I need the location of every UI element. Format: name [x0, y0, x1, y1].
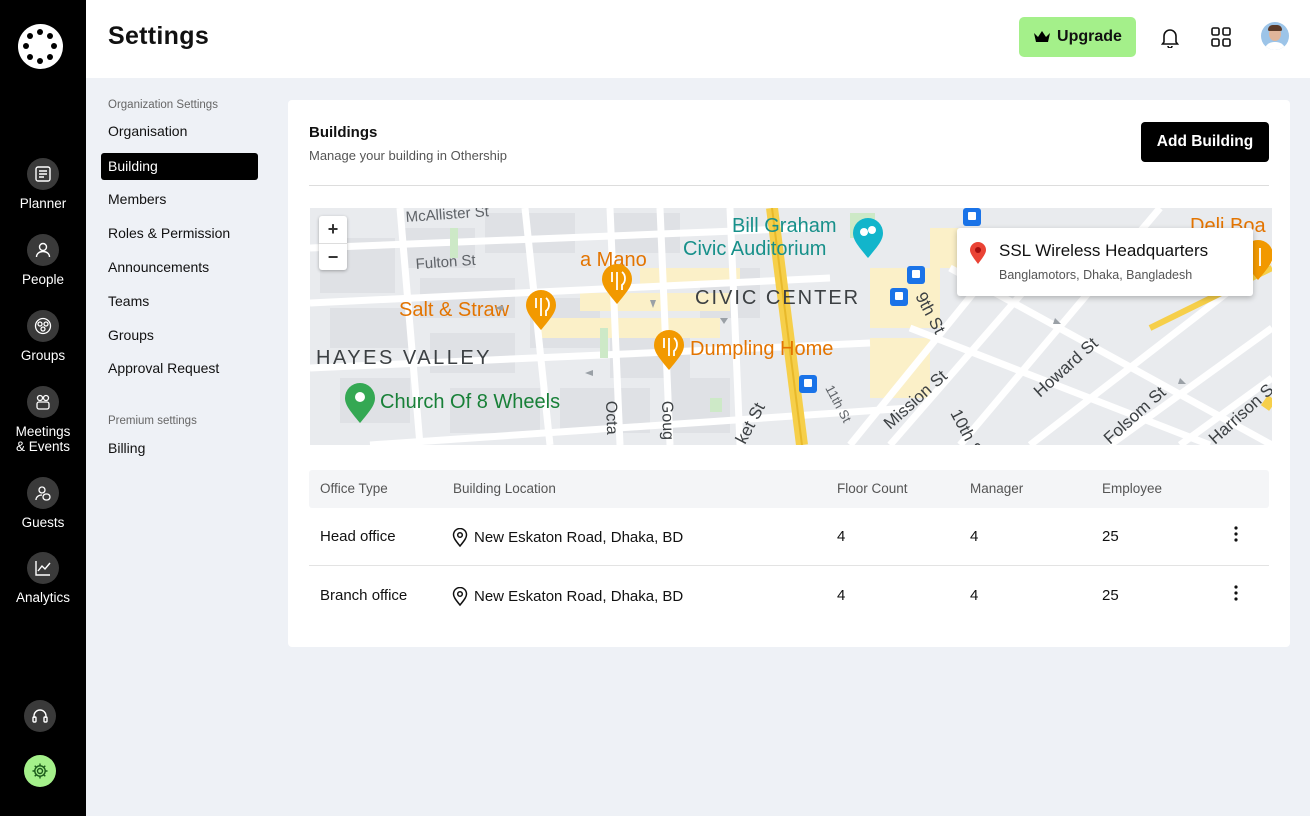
cell-floor-count: 4: [837, 528, 846, 545]
nav-people[interactable]: People: [0, 234, 86, 287]
nav-planner-label: Planner: [19, 196, 67, 211]
row-menu-icon[interactable]: [1234, 585, 1238, 601]
cell-employee: 25: [1102, 528, 1119, 545]
table-row[interactable]: Branch office New Eskaton Road, Dhaka, B…: [309, 567, 1269, 625]
bell-icon[interactable]: [1159, 26, 1181, 48]
gear-icon: [32, 763, 48, 779]
map-label-civic-center: CIVIC CENTER: [695, 287, 860, 309]
cell-office-type: Branch office: [320, 587, 408, 604]
col-floor-count: Floor Count: [837, 481, 908, 496]
buildings-title: Buildings: [309, 124, 378, 141]
user-avatar[interactable]: [1261, 22, 1289, 50]
person-icon: [27, 234, 59, 266]
zoom-in-button[interactable]: +: [319, 216, 347, 243]
meetings-icon: [27, 386, 59, 418]
table-row[interactable]: Head office New Eskaton Road, Dhaka, BD …: [309, 508, 1269, 566]
location-icon: [452, 528, 468, 547]
menu-item-members[interactable]: Members: [101, 186, 258, 213]
cell-manager: 4: [970, 587, 979, 604]
add-building-button[interactable]: Add Building: [1141, 122, 1269, 162]
nav-meetings-label-2: & Events: [15, 439, 71, 454]
menu-item-announcements[interactable]: Announcements: [101, 254, 258, 281]
org-settings-caption: Organization Settings: [108, 99, 218, 111]
map-label-civic-auditorium: Civic Auditorium: [683, 238, 826, 260]
col-manager: Manager: [970, 481, 1024, 496]
settings-menu: Organization Settings Organisation Build…: [86, 78, 278, 816]
menu-item-organisation[interactable]: Organisation: [101, 118, 258, 145]
premium-settings-caption: Premium settings: [108, 415, 197, 427]
table-header: Office Type Building Location Floor Coun…: [309, 470, 1269, 508]
cell-location: New Eskaton Road, Dhaka, BD: [452, 528, 683, 547]
menu-item-billing[interactable]: Billing: [101, 435, 258, 462]
popup-subtitle: Banglamotors, Dhaka, Bangladesh: [999, 268, 1193, 282]
col-office-type: Office Type: [320, 481, 388, 496]
nav-guests[interactable]: Guests: [0, 477, 86, 530]
divider: [309, 185, 1269, 186]
map-label-dumpling-home: Dumpling Home: [690, 338, 833, 360]
location-pin-icon: [970, 242, 986, 264]
analytics-icon: [27, 552, 59, 584]
menu-item-teams[interactable]: Teams: [101, 288, 258, 315]
planner-icon: [27, 158, 59, 190]
nav-groups-label: Groups: [20, 348, 66, 363]
headset-icon: [32, 709, 48, 723]
nav-groups[interactable]: Groups: [0, 310, 86, 363]
groups-icon: [27, 310, 59, 342]
nav-analytics-label: Analytics: [15, 590, 71, 605]
building-map[interactable]: McAllister St Fulton St Bill Graham Civi…: [310, 208, 1272, 445]
app-logo[interactable]: [18, 24, 63, 69]
zoom-out-button[interactable]: −: [319, 244, 347, 271]
popup-title: SSL Wireless Headquarters: [999, 241, 1209, 260]
support-button[interactable]: [24, 700, 56, 732]
map-label-salt-straw: Salt & Straw: [399, 299, 510, 321]
nav-guests-label: Guests: [21, 515, 65, 530]
cell-location: New Eskaton Road, Dhaka, BD: [452, 587, 683, 606]
menu-item-building[interactable]: Building: [101, 153, 258, 180]
cell-manager: 4: [970, 528, 979, 545]
location-icon: [452, 587, 468, 606]
guests-icon: [27, 477, 59, 509]
settings-button[interactable]: [24, 755, 56, 787]
col-building-location: Building Location: [453, 481, 556, 496]
map-label-hayes-valley: HAYES VALLEY: [316, 347, 492, 369]
nav-people-label: People: [21, 272, 65, 287]
cell-location-text: New Eskaton Road, Dhaka, BD: [474, 529, 684, 546]
menu-item-approval-request[interactable]: Approval Request: [101, 355, 258, 382]
map-label-gough: Goug: [658, 401, 676, 441]
nav-meetings-events[interactable]: Meetings & Events: [0, 386, 86, 454]
upgrade-button[interactable]: Upgrade: [1019, 17, 1136, 57]
nav-analytics[interactable]: Analytics: [0, 552, 86, 605]
map-zoom-control: + −: [319, 216, 347, 270]
crown-icon: [1034, 31, 1051, 42]
nav-meetings-label-1: Meetings: [15, 424, 71, 439]
buildings-subtitle: Manage your building in Othership: [309, 148, 508, 163]
buildings-card: Buildings Manage your building in Others…: [288, 100, 1290, 647]
cell-office-type: Head office: [320, 528, 396, 545]
upgrade-label: Upgrade: [1057, 28, 1122, 45]
apps-grid-icon[interactable]: [1210, 26, 1232, 48]
col-employee: Employee: [1102, 481, 1163, 496]
top-header: Settings Upgrade: [86, 0, 1310, 78]
menu-item-groups[interactable]: Groups: [101, 322, 258, 349]
app-rail: Planner People Groups Meetings & Events …: [0, 0, 86, 816]
row-menu-icon[interactable]: [1234, 526, 1238, 542]
map-info-popup[interactable]: SSL Wireless Headquarters Banglamotors, …: [957, 228, 1253, 296]
map-label-octavia: Octa: [602, 401, 620, 435]
menu-item-roles-permission[interactable]: Roles & Permission: [101, 220, 258, 247]
map-label-bill-graham: Bill Graham: [732, 215, 836, 237]
cell-employee: 25: [1102, 587, 1119, 604]
map-label-church: Church Of 8 Wheels: [380, 391, 560, 413]
page-title: Settings: [108, 22, 210, 50]
cell-location-text: New Eskaton Road, Dhaka, BD: [474, 588, 684, 605]
nav-planner[interactable]: Planner: [0, 158, 86, 211]
cell-floor-count: 4: [837, 587, 846, 604]
